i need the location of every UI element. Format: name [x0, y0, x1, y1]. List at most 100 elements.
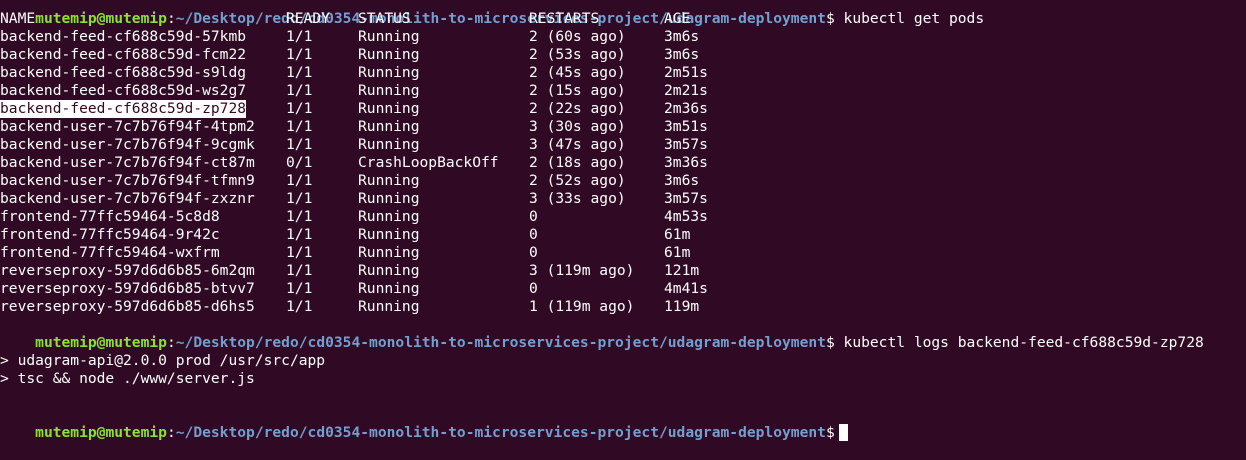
- pod-status: CrashLoopBackOff: [358, 154, 499, 171]
- table-row: backend-feed-cf688c59d-57kmb 1/1 Running…: [0, 28, 1246, 46]
- pod-ready: 1/1: [286, 262, 313, 279]
- prompt-symbol: $: [825, 424, 835, 441]
- table-row: backend-feed-cf688c59d-zp728 1/1 Running…: [0, 100, 1246, 118]
- table-row: backend-user-7c7b76f94f-9cgmk 1/1 Runnin…: [0, 136, 1246, 154]
- pod-age: 3m51s: [664, 118, 708, 135]
- pod-restarts: 0: [529, 280, 538, 297]
- pod-status: Running: [358, 226, 420, 243]
- pod-ready: 1/1: [286, 28, 313, 45]
- pod-age: 4m41s: [664, 280, 708, 297]
- pod-age: 119m: [664, 298, 700, 315]
- pod-status: Running: [358, 136, 420, 153]
- pod-status: Running: [358, 298, 420, 315]
- pod-status: Running: [358, 46, 420, 63]
- pod-status: Running: [358, 82, 420, 99]
- pod-ready: 1/1: [286, 226, 313, 243]
- pod-ready: 1/1: [286, 280, 313, 297]
- table-row: reverseproxy-597d6d6b85-d6hs5 1/1 Runnin…: [0, 298, 1246, 316]
- pod-name: backend-user-7c7b76f94f-9cgmk: [0, 136, 255, 153]
- table-row: reverseproxy-597d6d6b85-btvv7 1/1 Runnin…: [0, 280, 1246, 298]
- pod-restarts: 2 (45s ago): [529, 64, 626, 81]
- pod-name: reverseproxy-597d6d6b85-6m2qm: [0, 262, 255, 279]
- header-name: NAME: [0, 10, 36, 27]
- pod-age: 121m: [664, 262, 700, 279]
- pod-restarts: 3 (47s ago): [529, 136, 626, 153]
- pod-name: backend-user-7c7b76f94f-zxznr: [0, 190, 255, 207]
- pod-status: Running: [358, 280, 420, 297]
- pod-restarts: 2 (22s ago): [529, 100, 626, 117]
- pod-ready: 1/1: [286, 82, 313, 99]
- pod-status: Running: [358, 208, 420, 225]
- pod-age: 61m: [664, 244, 691, 261]
- table-row: frontend-77ffc59464-9r42c 1/1 Running 0 …: [0, 226, 1246, 244]
- table-row: backend-feed-cf688c59d-fcm22 1/1 Running…: [0, 46, 1246, 64]
- pod-name: backend-feed-cf688c59d-s9ldg: [0, 64, 247, 81]
- pod-ready: 1/1: [286, 46, 313, 63]
- pod-status: Running: [358, 172, 420, 189]
- pod-age: 3m6s: [664, 28, 700, 45]
- pod-restarts: 2 (18s ago): [529, 154, 626, 171]
- pod-restarts: 0: [529, 244, 538, 261]
- pod-age: 2m21s: [664, 82, 708, 99]
- pod-name: backend-user-7c7b76f94f-4tpm2: [0, 118, 255, 135]
- pod-ready: 0/1: [286, 154, 313, 171]
- pod-name: reverseproxy-597d6d6b85-d6hs5: [0, 298, 255, 315]
- table-row: backend-feed-cf688c59d-ws2g7 1/1 Running…: [0, 82, 1246, 100]
- pod-name-selected[interactable]: backend-feed-cf688c59d-zp728: [0, 100, 247, 118]
- pod-ready: 1/1: [286, 136, 313, 153]
- table-row: reverseproxy-597d6d6b85-6m2qm 1/1 Runnin…: [0, 262, 1246, 280]
- pod-name: frontend-77ffc59464-wxfrm: [0, 244, 220, 261]
- pod-age: 3m57s: [664, 190, 708, 207]
- terminal-window[interactable]: mutemip@mutemip:~/Desktop/redo/cd0354-mo…: [0, 0, 1246, 441]
- pod-ready: 1/1: [286, 172, 313, 189]
- table-header: NAME READY STATUS RESTARTS AGE: [0, 10, 1246, 28]
- table-row: backend-feed-cf688c59d-s9ldg 1/1 Running…: [0, 64, 1246, 82]
- table-row: backend-user-7c7b76f94f-ct87m 0/1 CrashL…: [0, 154, 1246, 172]
- prompt-user-host: mutemip@mutemip: [35, 424, 167, 441]
- pod-status: Running: [358, 100, 420, 117]
- pod-ready: 1/1: [286, 298, 313, 315]
- log-line: > tsc && node ./www/server.js: [0, 370, 255, 387]
- prompt-line-2: mutemip@mutemip:~/Desktop/redo/cd0354-mo…: [35, 334, 1204, 351]
- header-status: STATUS: [358, 10, 411, 27]
- pod-status: Running: [358, 28, 420, 45]
- pod-name: backend-feed-cf688c59d-57kmb: [0, 28, 247, 45]
- header-age: AGE: [664, 10, 691, 27]
- pod-age: 2m51s: [664, 64, 708, 81]
- pod-age: 61m: [664, 226, 691, 243]
- pod-restarts: 2 (52s ago): [529, 172, 626, 189]
- pod-restarts: 3 (119m ago): [529, 262, 635, 279]
- header-restarts: RESTARTS: [529, 10, 600, 27]
- prompt-path: ~/Desktop/redo/cd0354-monolith-to-micros…: [175, 424, 826, 441]
- terminal-cursor[interactable]: [838, 424, 848, 441]
- pod-ready: 1/1: [286, 244, 313, 261]
- table-row: backend-user-7c7b76f94f-tfmn9 1/1 Runnin…: [0, 172, 1246, 190]
- pod-restarts: 1 (119m ago): [529, 298, 635, 315]
- table-row: backend-user-7c7b76f94f-zxznr 1/1 Runnin…: [0, 190, 1246, 208]
- pod-ready: 1/1: [286, 100, 313, 117]
- table-row: frontend-77ffc59464-wxfrm 1/1 Running 0 …: [0, 244, 1246, 262]
- pod-age: 3m36s: [664, 154, 708, 171]
- pod-name: backend-user-7c7b76f94f-tfmn9: [0, 172, 255, 189]
- pod-restarts: 2 (15s ago): [529, 82, 626, 99]
- pod-name: reverseproxy-597d6d6b85-btvv7: [0, 280, 255, 297]
- pod-status: Running: [358, 118, 420, 135]
- pod-age: 3m6s: [664, 46, 700, 63]
- pod-status: Running: [358, 64, 420, 81]
- pod-age: 4m53s: [664, 208, 708, 225]
- pod-status: Running: [358, 262, 420, 279]
- pod-age: 3m57s: [664, 136, 708, 153]
- header-ready: READY: [286, 10, 330, 27]
- pod-ready: 1/1: [286, 190, 313, 207]
- prompt-line-3[interactable]: mutemip@mutemip:~/Desktop/redo/cd0354-mo…: [0, 406, 1246, 441]
- pod-restarts: 2 (53s ago): [529, 46, 626, 63]
- pod-name: backend-user-7c7b76f94f-ct87m: [0, 154, 255, 171]
- pod-restarts: 2 (60s ago): [529, 28, 626, 45]
- pod-ready: 1/1: [286, 208, 313, 225]
- pod-status: Running: [358, 190, 420, 207]
- pod-age: 2m36s: [664, 100, 708, 117]
- pod-name: backend-feed-cf688c59d-ws2g7: [0, 82, 247, 99]
- pod-name: frontend-77ffc59464-9r42c: [0, 226, 220, 243]
